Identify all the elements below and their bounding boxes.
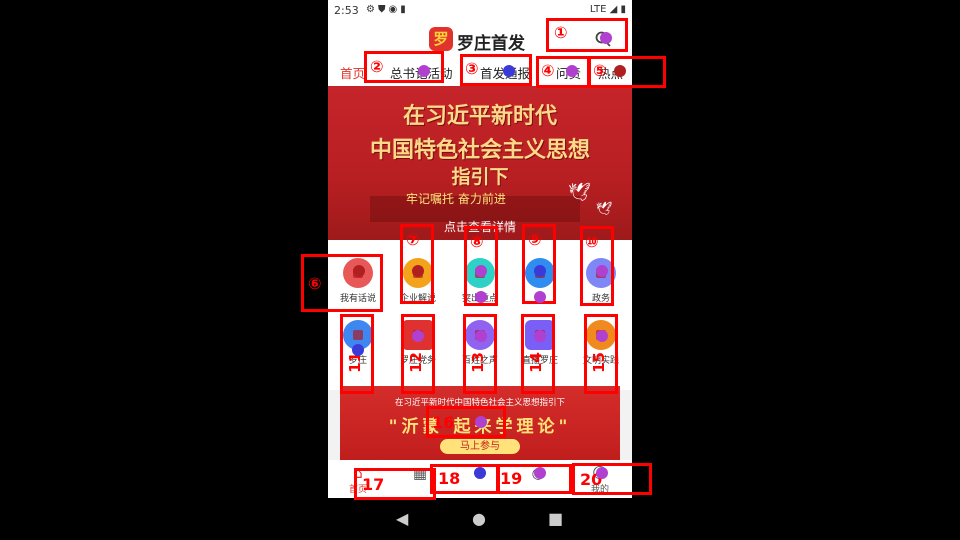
hero-banner[interactable]: 在习近平新时代 中国特色社会主义思想 指引下 牢记嘱托 奋力前进 🕊 🕊 点击查… <box>328 86 632 240</box>
annotation-number: 19 <box>500 469 523 488</box>
annotation-number: 16 <box>432 413 455 432</box>
notification-icons: ⚙⛊◉▮ <box>366 4 409 15</box>
recents-icon[interactable]: ■ <box>548 509 563 528</box>
annotation-dot <box>475 330 487 342</box>
dove-icon: 🕊 <box>568 182 591 203</box>
annotation-number: 15 <box>590 352 608 373</box>
annotation-number: ⑩ <box>585 232 599 251</box>
annotation-number: ⑧ <box>470 232 484 251</box>
status-time: 2:53 <box>334 4 359 17</box>
annotation-dot <box>600 32 612 44</box>
annotation-dot <box>534 291 546 303</box>
dove-icon: 🕊 <box>596 202 613 217</box>
home-circle-icon[interactable]: ● <box>472 509 486 528</box>
annotation-number: ① <box>554 23 568 42</box>
annotation-dot <box>474 467 486 479</box>
annotation-number: 14 <box>527 352 545 373</box>
annotation-dot <box>353 265 365 277</box>
annotation-dot <box>596 330 608 342</box>
annotation-number: 18 <box>438 469 461 488</box>
annotation-number: ④ <box>541 61 555 80</box>
app-title: 罗庄首发 <box>457 34 525 54</box>
annotation-dot <box>475 291 487 303</box>
annotation-dot <box>412 265 424 277</box>
annotation-number: 17 <box>362 475 385 494</box>
annotation-number: ⑥ <box>308 274 322 293</box>
annotation-dot <box>503 65 515 77</box>
status-right: LTE ◢ ▮ <box>589 4 626 15</box>
banner-line1: 在习近平新时代 <box>402 104 557 129</box>
annotation-dot <box>534 467 546 479</box>
annotation-dot <box>566 65 578 77</box>
annotation-number: ② <box>370 57 384 76</box>
annotation-number: ⑨ <box>528 230 542 249</box>
annotation-dot <box>352 344 364 356</box>
annotation-dot <box>475 265 487 277</box>
annotation-dot <box>596 265 608 277</box>
system-nav-bar: ◀ ● ■ <box>328 498 632 540</box>
annotation-dot <box>475 416 487 428</box>
annotation-number: 13 <box>469 352 487 373</box>
annotation-dot <box>596 467 608 479</box>
annotation-number: 12 <box>407 352 425 373</box>
annotation-dot <box>534 330 546 342</box>
annotation-dot <box>614 65 626 77</box>
tab-home[interactable]: 首页 <box>340 63 365 82</box>
annotation-dot <box>418 65 430 77</box>
back-icon[interactable]: ◀ <box>396 509 408 528</box>
annotation-number: ③ <box>465 59 479 78</box>
annotation-number: ⑦ <box>406 230 420 249</box>
annotation-dot <box>534 265 546 277</box>
banner-slogan: 牢记嘱托 奋力前进 <box>406 192 506 206</box>
annotation-dot <box>412 330 424 342</box>
annotation-number: ⑤ <box>593 61 607 80</box>
banner-line2: 中国特色社会主义思想 <box>369 138 590 163</box>
app-logo-icon: 罗 <box>429 27 453 51</box>
promo-join-button[interactable]: 马上参与 <box>440 439 520 454</box>
network-label: LTE <box>589 4 607 15</box>
